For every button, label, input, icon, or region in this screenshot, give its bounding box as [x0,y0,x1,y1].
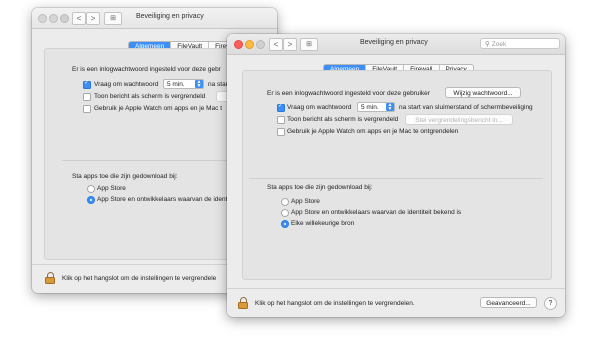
allow-apps-label: Sta apps toe die zijn gedownload bij: [267,184,373,191]
chevron-updown-icon: ▲ ▼ [195,79,203,89]
close-button[interactable] [234,40,243,49]
require-password-select[interactable]: 5 min. ▲ ▼ [163,79,204,89]
radio-app-store-developers-label: App Store en ontwikkelaars waarvan de id… [291,209,462,216]
back-nav-button[interactable]: < [72,12,86,25]
window-title: Beveiliging en privacy [360,39,428,46]
apple-watch-checkbox[interactable] [277,128,285,136]
chevron-updown-icon: ▲ ▼ [386,102,394,112]
apple-watch-checkbox[interactable] [83,105,91,113]
radio-app-store-label: App Store [97,185,126,192]
show-message-checkbox[interactable] [83,93,91,101]
allow-apps-label: Sta apps toe die zijn gedownload bij: [72,173,178,180]
zoom-button[interactable] [60,14,69,23]
close-button[interactable] [38,14,47,23]
show-message-label: Toon bericht als scherm is vergrendeld [287,116,399,123]
divider [249,178,543,179]
require-password-value: 5 min. [361,104,379,111]
lock-text: Klik op het hangslot om de instellingen … [62,275,217,282]
general-pane [242,70,552,280]
advanced-button[interactable]: Geavanceerd... [480,297,537,308]
apple-watch-label: Gebruik je Apple Watch om apps en je Mac… [94,105,223,112]
radio-app-store[interactable] [87,185,95,193]
radio-app-store-label: App Store [291,198,320,205]
require-password-checkbox[interactable] [277,102,285,112]
forward-nav-button[interactable]: > [86,12,100,25]
zoom-button[interactable] [256,40,265,49]
password-info-text: Er is een inlogwachtwoord ingesteld voor… [72,66,221,73]
radio-app-store-developers[interactable] [87,196,95,204]
back-nav-button[interactable]: < [269,38,283,51]
require-password-select[interactable]: 5 min. ▲ ▼ [357,102,395,112]
search-input[interactable]: ⚲ Zoek [480,38,560,49]
minimize-button[interactable] [49,14,58,23]
search-placeholder: Zoek [491,41,507,48]
forward-nav-button[interactable]: > [283,38,297,51]
lock-icon[interactable] [45,272,56,284]
radio-app-store-developers[interactable] [281,209,289,217]
apple-watch-label: Gebruik je Apple Watch om apps en je Mac… [287,128,459,135]
show-all-button[interactable]: ⊞ [300,38,318,51]
lock-icon[interactable] [238,297,249,309]
require-password-suffix: na start van sluimerstand of schermbevei… [399,104,533,111]
show-message-label: Toon bericht als scherm is vergrendeld [94,93,206,100]
change-password-button[interactable]: Wijzig wachtwoord... [445,87,521,98]
lock-text: Klik op het hangslot om de instellingen … [255,300,415,307]
back-titlebar: < > ⊞ Beveiliging en privacy ⚲Zoek [32,8,277,29]
require-password-label: Vraag om wachtwoord [287,104,352,111]
bottom-bar: Klik op het hangslot om de instellingen … [227,288,565,317]
show-all-button[interactable]: ⊞ [104,12,122,25]
set-lock-message-button[interactable]: Stel vergrendelingsbericht in... [405,114,513,125]
require-password-label: Vraag om wachtwoord [94,81,159,88]
password-info-text: Er is een inlogwachtwoord ingesteld voor… [267,90,430,97]
window-title: Beveiliging en privacy [136,13,204,20]
radio-anywhere-label: Elke willekeurige bron [291,220,355,227]
radio-anywhere[interactable] [281,220,289,228]
search-icon: ⚲ [485,41,490,48]
help-button[interactable]: ? [544,297,557,310]
show-message-checkbox[interactable] [277,116,285,124]
minimize-button[interactable] [245,40,254,49]
front-window: < > ⊞ Beveiliging en privacy ⚲Zoek Algem… [227,34,565,317]
radio-app-store-developers-label: App Store en ontwikkelaars waarvan de id… [97,196,229,203]
radio-app-store[interactable] [281,198,289,206]
front-titlebar: < > ⊞ Beveiliging en privacy ⚲ Zoek [227,34,565,55]
require-password-checkbox[interactable] [83,79,91,89]
require-password-value: 5 min. [167,81,185,88]
